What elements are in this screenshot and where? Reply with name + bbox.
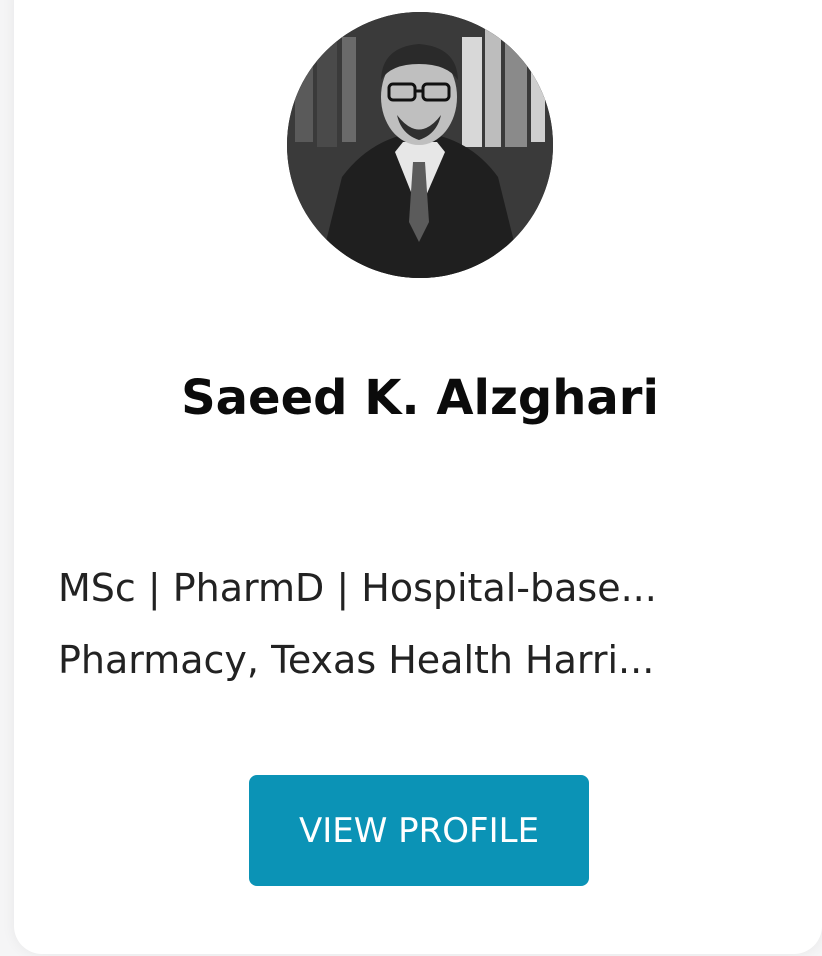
view-profile-button[interactable]: VIEW PROFILE <box>249 775 589 886</box>
profile-avatar <box>287 12 553 278</box>
profile-name: Saeed K. Alzghari <box>181 370 659 426</box>
profile-bio-line-1: MSc | PharmD | Hospital-base... <box>58 566 657 610</box>
profile-bio-line-2: Pharmacy, Texas Health Harri... <box>58 638 655 682</box>
